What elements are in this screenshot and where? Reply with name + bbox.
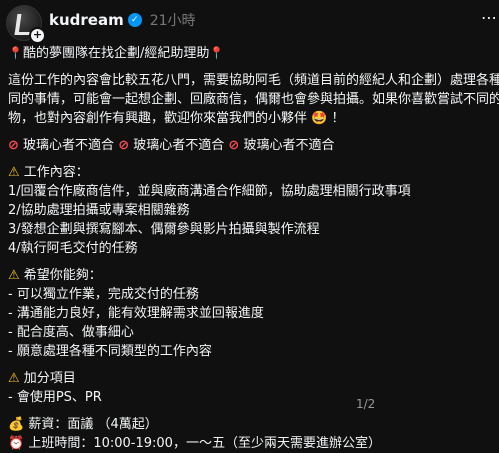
list-item: - 願意處理各種不同類型的工作內容 (8, 344, 212, 359)
prohibited-icon: ⊘ (8, 138, 19, 153)
duties-heading-text: 工作內容： (23, 165, 89, 180)
warning-icon: ⚠ (8, 371, 20, 386)
list-item: - 會使用PS、PR (8, 390, 102, 405)
salary-text: 薪資：面議 （4萬起） (28, 417, 158, 432)
list-item: - 配合度高、做事細心 (8, 325, 134, 340)
salary-row: 💰 薪資：面議 （4萬起） (8, 415, 494, 434)
star-struck-face-icon: 🤩 (311, 111, 328, 126)
prohibited-icon: ⊘ (118, 138, 130, 153)
hopes-section: ⚠ 希望你能夠： - 可以獨立作業，完成交付的任務 - 溝通能力良好，能有效理解… (8, 266, 494, 361)
list-item: 2/協助處理拍攝或專案相關雜務 (8, 203, 190, 218)
more-options-icon[interactable]: ⋯ (479, 8, 499, 28)
warning-item: 玻璃心者不適合 (23, 138, 115, 153)
round-pushpin-icon: 📍 (8, 46, 23, 60)
warning-icon: ⚠ (8, 165, 20, 180)
post-header: kudream ✓ 21小時 (49, 10, 196, 30)
warning-item: 玻璃心者不適合 (133, 138, 225, 153)
intro-paragraph: 這份工作的內容會比較五花八門，需要協助阿毛（頻道目前的經紀人和企劃）處理各種不 … (8, 71, 499, 128)
intro-line: 同的事情，可能會一起想企劃、回廠商信，偶爾也會參與拍攝。如果你喜歡嘗試不同的事 (8, 92, 499, 107)
post-title-text: 酷的夢團隊在找企劃/經紀助理助 (22, 46, 210, 61)
list-item: - 溝通能力良好，能有效理解需求並回報進度 (8, 306, 264, 321)
intro-line: 這份工作的內容會比較五花八門，需要協助阿毛（頻道目前的經紀人和企劃）處理各種不 (8, 73, 499, 88)
list-item: 4/執行阿毛交付的任務 (8, 241, 138, 256)
hours-text: 上班時間：10:00-19:00，一～五（至少兩天需要進辦公室） (28, 436, 381, 451)
bonus-heading-text: 加分項目 (23, 371, 76, 386)
bonus-section: ⚠ 加分項目 - 會使用PS、PR (8, 369, 494, 407)
clock-icon: ⏰ (8, 436, 25, 451)
warning-item: 玻璃心者不適合 (243, 138, 335, 153)
post-time: 21小時 (149, 13, 196, 29)
username[interactable]: kudream (49, 11, 124, 29)
round-pushpin-icon: 📍 (209, 46, 225, 60)
prohibited-icon: ⊘ (228, 138, 240, 153)
list-item: - 可以獨立作業，完成交付的任務 (8, 287, 199, 302)
follow-plus-icon[interactable]: + (29, 27, 46, 44)
hours-row: ⏰ 上班時間：10:00-19:00，一～五（至少兩天需要進辦公室） (8, 434, 494, 453)
list-item: 3/發想企劃與撰寫腳本、偶爾參與影片拍攝與製作流程 (8, 222, 320, 237)
post-body: 📍酷的夢團隊在找企劃/經紀助理助📍 這份工作的內容會比較五花八門，需要協助阿毛（… (8, 44, 499, 453)
warning-row: ⊘ 玻璃心者不適合 ⊘ 玻璃心者不適合 ⊘ 玻璃心者不適合 (8, 136, 494, 155)
money-bag-icon: 💰 (8, 417, 25, 432)
hopes-heading: ⚠ 希望你能夠： (8, 266, 494, 285)
verified-badge-icon: ✓ (127, 13, 142, 27)
list-item: 1/回覆合作廠商信件，並與廠商溝通合作細節，協助處理相關行政事項 (8, 184, 411, 199)
bonus-heading: ⚠ 加分項目 (8, 369, 494, 388)
duties-heading: ⚠ 工作內容： (8, 163, 494, 182)
threads-post: + kudream ✓ 21小時 ⋯ 📍酷的夢團隊在找企劃/經紀助理助📍 這份工… (0, 0, 499, 451)
warning-icon: ⚠ (8, 268, 20, 283)
intro-line-text: 物，也對內容創作有興趣，歡迎你來當我們的小夥伴 (8, 111, 308, 126)
exclamation-text: ！ (331, 111, 345, 126)
hopes-heading-text: 希望你能夠： (23, 268, 102, 283)
page-indicator: 1/2 (356, 397, 376, 411)
intro-line: 物，也對內容創作有興趣，歡迎你來當我們的小夥伴 🤩 ！ (8, 109, 494, 128)
post-title: 📍酷的夢團隊在找企劃/經紀助理助📍 (8, 44, 494, 63)
duties-section: ⚠ 工作內容： 1/回覆合作廠商信件，並與廠商溝通合作細節，協助處理相關行政事項… (8, 163, 494, 258)
